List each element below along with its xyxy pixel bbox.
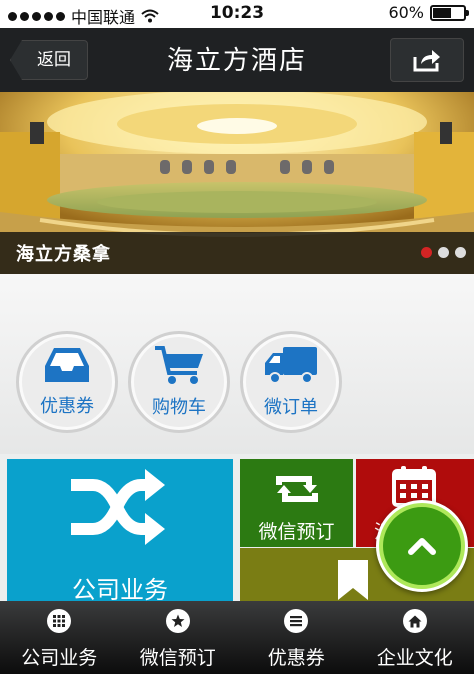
wechat-booking-tile[interactable]: 微信预订 [240, 459, 353, 547]
carousel-pager [421, 247, 466, 258]
shortcut-label: 微订单 [264, 397, 318, 418]
shortcut-section: 优惠券 购物车 微订单 [0, 274, 474, 454]
list-glyph [290, 616, 303, 627]
tab-label: 微信预订 [139, 647, 216, 669]
tab-culture[interactable]: 企业文化 [356, 601, 474, 674]
tab-label: 优惠券 [267, 647, 325, 669]
bottom-tab-bar: 公司业务 微信预订 优惠券 企业文化 [0, 601, 474, 674]
tile-label: 微信预订 [258, 521, 335, 543]
order-shortcut[interactable]: 微订单 [240, 331, 342, 433]
list-icon [284, 609, 309, 633]
hero-carousel[interactable]: 海立方桑拿 [0, 92, 474, 274]
bookmark-icon [338, 560, 368, 600]
inbox-icon [45, 348, 89, 382]
battery-percent: 60% [388, 3, 424, 22]
grid-glyph [53, 615, 66, 627]
tab-coupons[interactable]: 优惠券 [237, 601, 356, 674]
caption-bar: 海立方桑拿 [0, 232, 474, 274]
cart-icon [155, 346, 203, 384]
carousel-dot[interactable] [438, 247, 449, 258]
status-bar: 中国联通 10:23 60% [0, 0, 474, 28]
star-glyph [171, 614, 185, 627]
carousel-dot[interactable] [455, 247, 466, 258]
chevron-up-icon [408, 538, 436, 555]
banner-caption: 海立方桑拿 [16, 244, 111, 265]
carousel-dot[interactable] [421, 247, 432, 258]
retweet-icon [276, 476, 318, 502]
share-icon [413, 50, 440, 72]
battery-icon [430, 4, 469, 21]
scroll-top-button[interactable] [376, 500, 468, 592]
company-business-tile[interactable]: 公司业务 [7, 459, 233, 601]
truck-icon [265, 347, 317, 384]
shuffle-icon [71, 469, 165, 545]
star-icon [165, 609, 190, 633]
shortcut-label: 优惠券 [40, 396, 94, 417]
shortcut-label: 购物车 [152, 397, 206, 418]
cart-shortcut[interactable]: 购物车 [128, 331, 230, 433]
grid-icon [47, 609, 72, 633]
tab-wechat-booking[interactable]: 微信预订 [119, 601, 238, 674]
battery-fill [433, 7, 451, 18]
coupon-shortcut[interactable]: 优惠券 [16, 331, 118, 433]
tile-label: 公司业务 [72, 576, 168, 601]
home-glyph [408, 615, 422, 627]
nav-header: 返回 海立方酒店 [0, 28, 474, 92]
tab-label: 公司业务 [21, 647, 98, 669]
scroll-top-button-inner [383, 507, 461, 585]
home-icon [402, 609, 427, 633]
tab-label: 企业文化 [376, 647, 453, 669]
share-button[interactable] [390, 38, 464, 82]
tab-company-business[interactable]: 公司业务 [0, 601, 119, 674]
